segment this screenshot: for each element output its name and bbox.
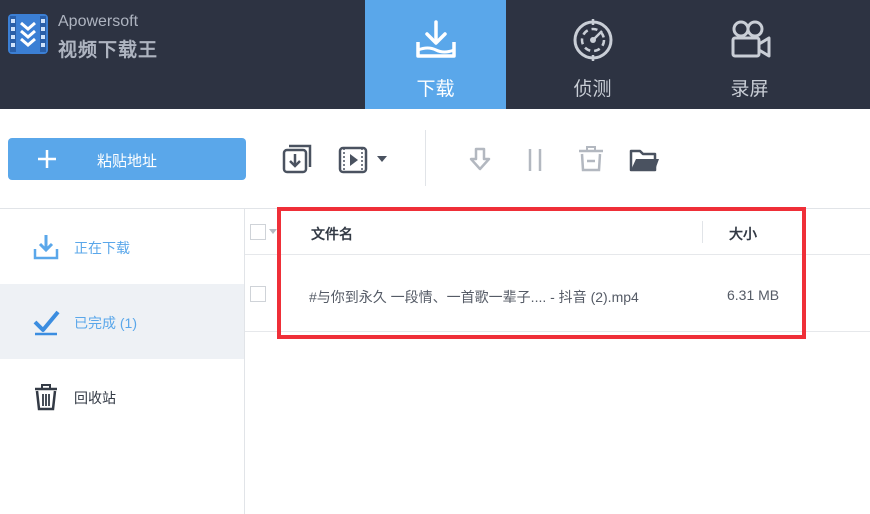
table-header: 文件名 大小 [245, 209, 870, 255]
table-row[interactable]: #与你到永久 一段情、一首歌一辈子.... - 抖音 (2).mp4 6.31 … [245, 256, 870, 332]
column-divider[interactable] [702, 221, 703, 243]
paste-url-label: 粘贴地址 [96, 153, 157, 170]
sort-caret-icon[interactable] [269, 229, 277, 234]
delete-button[interactable] [574, 142, 608, 176]
recycle-bin-icon [35, 384, 57, 411]
dropdown-arrow-icon [377, 156, 387, 162]
video-file-dropdown[interactable] [372, 142, 392, 176]
open-folder-button[interactable] [627, 142, 661, 176]
tab-detect-label: 侦测 [573, 79, 612, 100]
download-arrow-icon [469, 147, 491, 171]
video-file-icon [338, 146, 368, 174]
file-size: 6.31 MB [727, 287, 780, 303]
tab-record-label: 录屏 [730, 79, 769, 100]
radar-icon [573, 19, 612, 61]
sidebar-item-downloading[interactable]: 正在下载 [0, 209, 244, 284]
download-to-box-icon [282, 144, 312, 174]
sidebar: 正在下载 已完成 (1) 回收站 [0, 209, 245, 514]
download-tray-icon [415, 20, 456, 58]
app-header: Apowersoft 视频下载王 下载 侦测 录屏 [0, 0, 870, 109]
tab-download-label: 下载 [416, 79, 455, 100]
sidebar-item-label: 正在下载 [74, 240, 130, 256]
video-file-button[interactable] [336, 142, 370, 176]
app-logo-icon [8, 14, 48, 54]
tab-detect[interactable]: 侦测 [522, 0, 663, 109]
sidebar-item-label: 已完成 (1) [74, 315, 137, 331]
paste-url-button[interactable]: 粘贴地址 [8, 138, 246, 180]
pause-button[interactable] [518, 142, 552, 176]
brand-name-cn: 视频下载王 [58, 40, 159, 61]
sidebar-item-completed[interactable]: 已完成 (1) [0, 284, 244, 359]
file-name: #与你到永久 一段情、一首歌一辈子.... - 抖音 (2).mp4 [309, 289, 639, 305]
brand-name-en: Apowersoft [58, 13, 139, 30]
tab-download[interactable]: 下载 [365, 0, 506, 109]
select-all-checkbox[interactable] [250, 224, 266, 240]
sidebar-item-label: 回收站 [74, 390, 116, 406]
open-folder-icon [629, 149, 659, 172]
sidebar-item-recycle-bin[interactable]: 回收站 [0, 359, 244, 434]
video-camera-icon [731, 20, 770, 58]
column-header-size[interactable]: 大小 [729, 224, 757, 244]
checkmark-icon [33, 310, 60, 336]
column-header-name[interactable]: 文件名 [311, 224, 353, 244]
download-to-box-button[interactable] [279, 142, 313, 176]
toolbar-separator [425, 130, 426, 186]
trash-icon [579, 146, 603, 172]
pause-icon [528, 149, 542, 171]
tab-record[interactable]: 录屏 [679, 0, 820, 109]
downloading-icon [33, 235, 59, 260]
download-arrow-button[interactable] [463, 142, 497, 176]
row-checkbox[interactable] [250, 286, 266, 302]
